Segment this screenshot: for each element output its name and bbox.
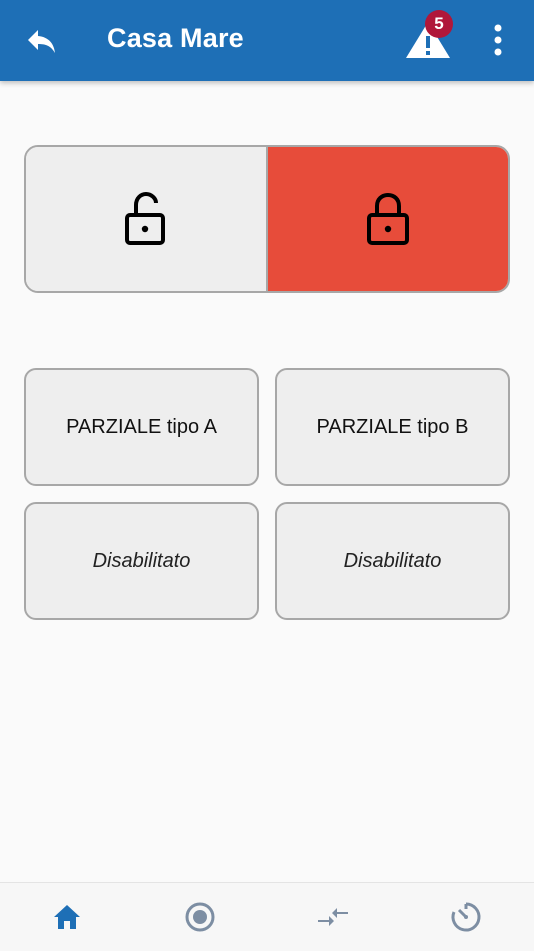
- reply-arrow-icon: [28, 30, 55, 53]
- nav-timer[interactable]: [399, 883, 532, 951]
- compress-arrows-icon: [317, 908, 348, 926]
- lock-open-icon: [125, 191, 165, 245]
- nav-transfer[interactable]: [266, 883, 399, 951]
- nav-home[interactable]: [0, 883, 133, 951]
- page-title: Casa Mare: [107, 23, 244, 53]
- bottom-navigation: [0, 882, 534, 951]
- arm-toggle: [24, 145, 510, 293]
- overflow-menu-button[interactable]: [484, 22, 512, 60]
- alert-count-badge: 5: [425, 10, 453, 38]
- nav-status[interactable]: [133, 883, 266, 951]
- record-icon: [185, 902, 214, 932]
- home-icon: [53, 905, 80, 929]
- partial-a-button[interactable]: PARZIALE tipo A: [24, 368, 259, 486]
- app-bar: Casa Mare 5: [0, 0, 534, 81]
- partial-b-button[interactable]: PARZIALE tipo B: [275, 368, 510, 486]
- disabled-button-2: Disabilitato: [275, 502, 510, 620]
- more-vertical-icon: [494, 24, 502, 56]
- lock-closed-icon: [367, 192, 409, 245]
- disarm-button[interactable]: [26, 147, 268, 291]
- arm-button[interactable]: [268, 147, 508, 291]
- disabled-button-1: Disabilitato: [24, 502, 259, 620]
- back-button[interactable]: [22, 22, 62, 62]
- timer-icon: [451, 902, 480, 932]
